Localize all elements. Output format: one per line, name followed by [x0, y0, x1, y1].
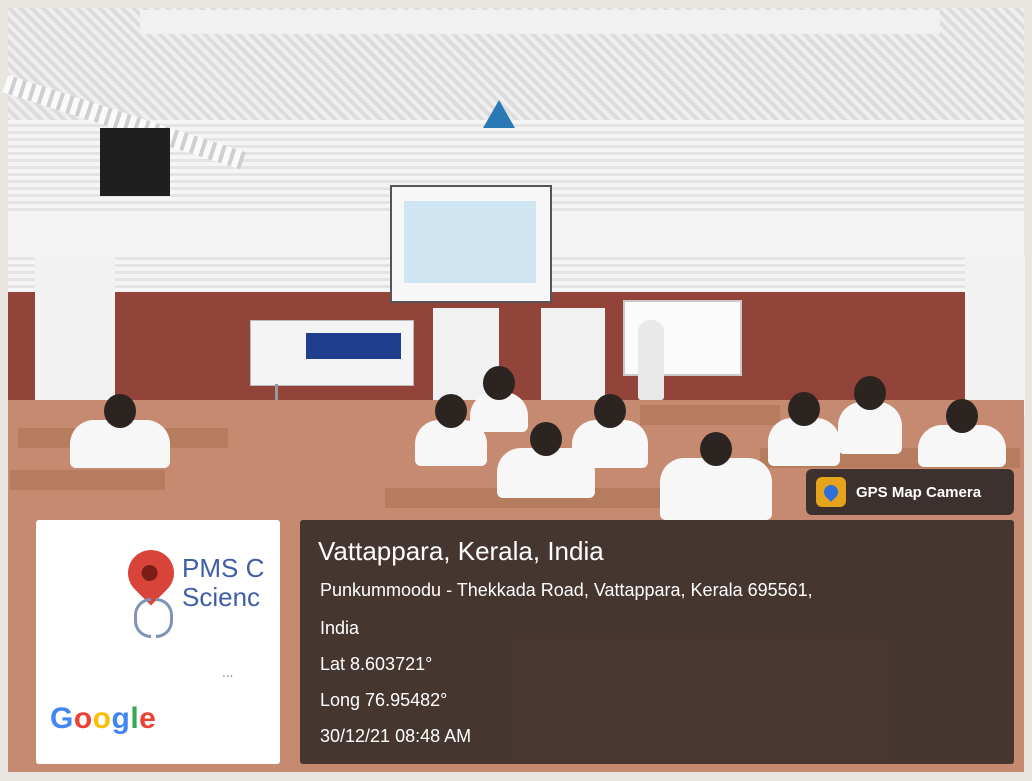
datetime-text: 30/12/21 08:48 AM — [320, 726, 472, 746]
student — [470, 366, 528, 432]
map-pin-icon — [816, 477, 846, 507]
map-ellipsis: ... — [222, 666, 234, 680]
projection-screen — [390, 185, 552, 303]
speaker-box — [100, 128, 170, 196]
student — [70, 394, 170, 468]
presenter — [638, 320, 664, 400]
banner-title-block — [306, 333, 401, 359]
latitude-text: Lat 8.603721° — [320, 654, 433, 674]
address-line-1: Punkummoodu - Thekkada Road, Vattappara,… — [320, 580, 813, 600]
google-logo-letter: e — [139, 702, 157, 735]
right-pillar — [965, 255, 1025, 415]
left-pillar — [35, 255, 115, 415]
google-logo-letter: G — [50, 702, 74, 735]
google-logo: Google — [50, 702, 156, 736]
ceiling-beam — [140, 10, 940, 34]
desk — [10, 470, 165, 490]
gps-map-camera-badge: GPS Map Camera — [806, 469, 1014, 515]
event-banner — [250, 320, 414, 386]
student — [572, 394, 648, 468]
student — [838, 376, 902, 454]
ceiling-lamp — [483, 100, 515, 128]
location-title: Vattappara, Kerala, India — [318, 536, 604, 566]
longitude-text: Long 76.95482° — [320, 690, 448, 710]
google-logo-letter: l — [130, 702, 140, 735]
location-info-panel: Vattappara, Kerala, India Punkummoodu - … — [300, 520, 1014, 764]
student — [918, 399, 1006, 467]
google-logo-letter: o — [92, 702, 112, 735]
google-logo-letter: o — [73, 702, 93, 735]
projected-slide — [404, 201, 536, 283]
gps-badge-label: GPS Map Camera — [856, 483, 982, 501]
student — [660, 432, 772, 520]
student — [768, 392, 840, 466]
address-line-2: India — [320, 618, 360, 638]
map-place-label: PMS C Scienc — [182, 553, 265, 612]
google-logo-letter: g — [111, 702, 131, 735]
door-right — [541, 308, 605, 404]
desk — [640, 405, 780, 425]
